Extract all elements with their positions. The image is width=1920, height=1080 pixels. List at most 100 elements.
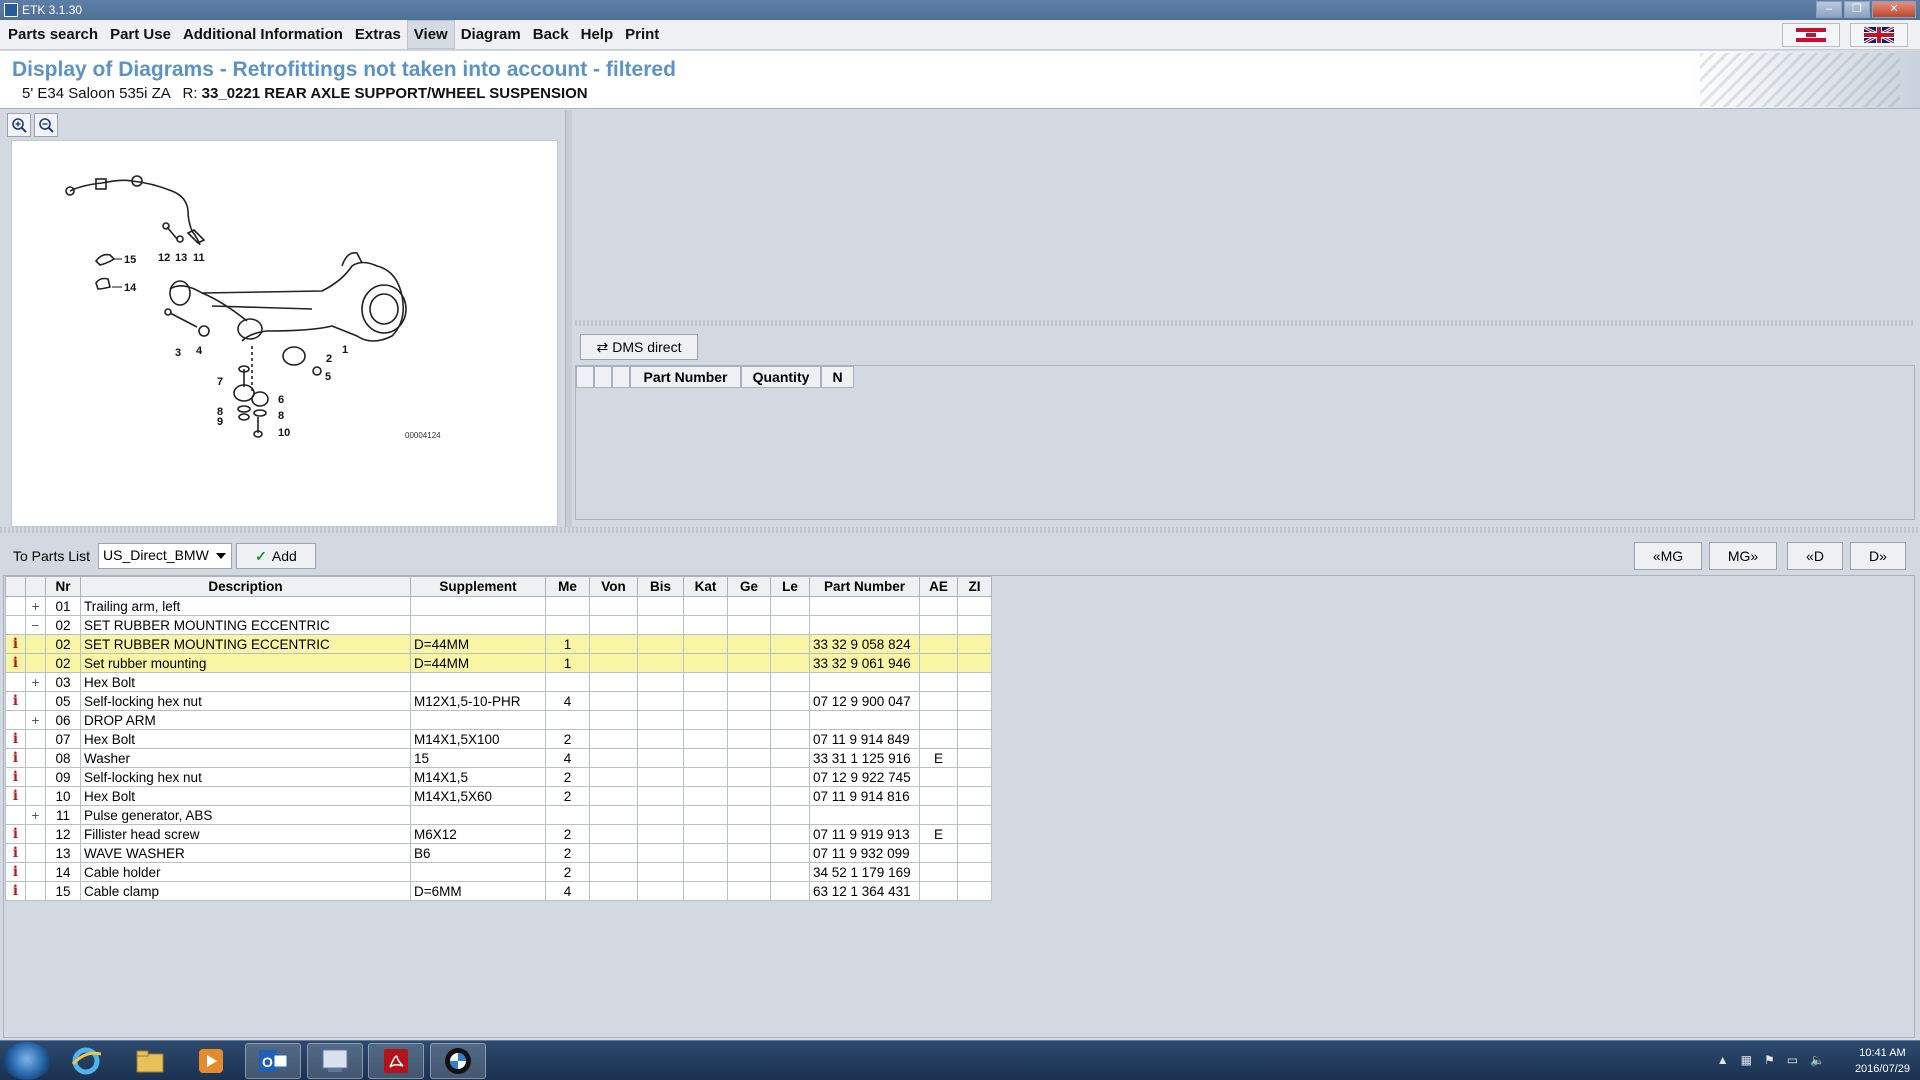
next-diagram-button[interactable]: D» bbox=[1850, 542, 1906, 570]
expand-toggle[interactable]: − bbox=[25, 615, 46, 635]
menu-help[interactable]: Help bbox=[575, 21, 620, 48]
info-icon[interactable]: i bbox=[5, 634, 26, 654]
info-icon[interactable]: i bbox=[5, 843, 26, 863]
callout-2[interactable]: 2 bbox=[326, 353, 332, 365]
col-le[interactable]: Le bbox=[770, 576, 810, 597]
table-row[interactable]: −02 SET RUBBER MOUNTING ECCENTRIC bbox=[5, 615, 992, 635]
next-main-group-button[interactable]: MG» bbox=[1709, 542, 1777, 570]
media-player-icon[interactable] bbox=[183, 1043, 239, 1079]
col-ae[interactable]: AE bbox=[919, 576, 958, 597]
dms-col-blank-3[interactable] bbox=[612, 366, 630, 388]
region-flag-button[interactable] bbox=[1782, 23, 1840, 47]
callout-12[interactable]: 12 bbox=[158, 252, 170, 264]
table-row[interactable]: +06 DROP ARM bbox=[5, 710, 992, 730]
table-row[interactable]: i 10 Hex Bolt M14X1,5X60 2 07 11 9 914 816 bbox=[5, 786, 992, 806]
callout-6[interactable]: 6 bbox=[278, 394, 284, 406]
menu-additional-information[interactable]: Additional Information bbox=[177, 21, 349, 48]
callout-10[interactable]: 10 bbox=[278, 427, 290, 439]
show-hidden-icons-icon[interactable]: ▲ bbox=[1717, 1053, 1729, 1067]
minimize-button[interactable]: – bbox=[1816, 1, 1842, 18]
table-row[interactable]: i 15 Cable clamp D=6MM 4 63 12 1 364 431 bbox=[5, 881, 992, 901]
col-nr[interactable]: Nr bbox=[45, 576, 81, 597]
dms-col-quantity[interactable]: Quantity bbox=[741, 366, 821, 388]
dms-col-n[interactable]: N bbox=[821, 366, 854, 388]
col-description[interactable]: Description bbox=[80, 576, 411, 597]
bmw-icon[interactable] bbox=[430, 1043, 486, 1079]
vertical-splitter[interactable] bbox=[565, 110, 572, 530]
col-me[interactable]: Me bbox=[545, 576, 590, 597]
dms-col-blank-1[interactable] bbox=[576, 366, 594, 388]
callout-11[interactable]: 11 bbox=[193, 252, 205, 264]
callout-14[interactable]: 14 bbox=[124, 282, 137, 294]
info-icon[interactable]: i bbox=[5, 748, 26, 768]
table-row[interactable]: +01 Trailing arm, left bbox=[5, 596, 992, 616]
info-icon[interactable]: i bbox=[5, 691, 26, 711]
callout-1[interactable]: 1 bbox=[342, 344, 348, 356]
right-splitter[interactable] bbox=[575, 320, 1915, 326]
callout-8-right[interactable]: 8 bbox=[278, 410, 284, 422]
table-row[interactable]: +11 Pulse generator, ABS bbox=[5, 805, 992, 825]
horizontal-splitter[interactable] bbox=[0, 527, 1920, 533]
language-flag-button[interactable] bbox=[1850, 23, 1908, 47]
dms-col-part-number[interactable]: Part Number bbox=[630, 366, 741, 388]
table-row[interactable]: i 14 Cable holder 2 34 52 1 179 169 bbox=[5, 862, 992, 882]
col-part-number[interactable]: Part Number bbox=[809, 576, 920, 597]
menu-diagram[interactable]: Diagram bbox=[455, 21, 527, 48]
col-bis[interactable]: Bis bbox=[637, 576, 684, 597]
info-icon[interactable]: i bbox=[5, 862, 26, 882]
display-icon[interactable]: ▭ bbox=[1787, 1053, 1798, 1067]
start-button[interactable] bbox=[3, 1042, 51, 1080]
volume-icon[interactable]: 🔈 bbox=[1810, 1053, 1825, 1067]
callout-7[interactable]: 7 bbox=[217, 376, 223, 388]
menu-part-use[interactable]: Part Use bbox=[104, 21, 177, 48]
menu-back[interactable]: Back bbox=[527, 21, 575, 48]
col-info[interactable] bbox=[5, 576, 26, 597]
col-expand[interactable] bbox=[25, 576, 46, 597]
ie-icon[interactable] bbox=[58, 1043, 114, 1079]
table-row[interactable]: i 09 Self-locking hex nut M14X1,5 2 07 12 9 9… bbox=[5, 767, 992, 787]
menu-view[interactable]: View bbox=[406, 20, 455, 49]
table-row[interactable]: i 02 SET RUBBER MOUNTING ECCENTRIC D=44MM 1 3… bbox=[5, 634, 992, 654]
zoom-in-button[interactable] bbox=[7, 113, 31, 137]
acrobat-icon[interactable] bbox=[368, 1043, 424, 1079]
info-icon[interactable]: i bbox=[5, 786, 26, 806]
callout-13[interactable]: 13 bbox=[175, 252, 187, 264]
table-row[interactable]: i 12 Fillister head screw M6X12 2 07 11 9 919… bbox=[5, 824, 992, 844]
table-row[interactable]: +03 Hex Bolt bbox=[5, 672, 992, 692]
callout-4[interactable]: 4 bbox=[196, 345, 203, 357]
info-icon[interactable]: i bbox=[5, 729, 26, 749]
explorer-icon[interactable] bbox=[122, 1043, 178, 1079]
col-ge[interactable]: Ge bbox=[727, 576, 771, 597]
col-supplement[interactable]: Supplement bbox=[410, 576, 546, 597]
table-row[interactable]: i 07 Hex Bolt M14X1,5X100 2 07 11 9 914 849 bbox=[5, 729, 992, 749]
expand-toggle[interactable]: + bbox=[25, 805, 46, 825]
action-center-icon[interactable]: ⚑ bbox=[1764, 1053, 1775, 1067]
parts-diagram[interactable]: 15 14 12 13 11 3 4 2 1 5 7 6 8 9 8 10 00… bbox=[11, 140, 558, 527]
info-icon[interactable]: i bbox=[5, 824, 26, 844]
network-icon[interactable]: ▦ bbox=[1741, 1053, 1752, 1067]
callout-5[interactable]: 5 bbox=[325, 371, 331, 383]
prev-main-group-button[interactable]: «MG bbox=[1634, 542, 1702, 570]
add-button[interactable]: ✓ Add bbox=[236, 543, 316, 569]
col-kat[interactable]: Kat bbox=[683, 576, 728, 597]
etk-icon[interactable] bbox=[307, 1043, 363, 1079]
expand-toggle[interactable]: + bbox=[25, 710, 46, 730]
clock[interactable]: 10:41 AM 2016/07/29 bbox=[1855, 1045, 1910, 1077]
table-row[interactable]: i 02 Set rubber mounting D=44MM 1 33 32 9 061… bbox=[5, 653, 992, 673]
prev-diagram-button[interactable]: «D bbox=[1787, 542, 1843, 570]
parts-list-select[interactable]: US_Direct_BMW bbox=[98, 543, 232, 569]
callout-15[interactable]: 15 bbox=[124, 254, 136, 266]
expand-toggle[interactable]: + bbox=[25, 596, 46, 616]
callout-9[interactable]: 9 bbox=[217, 416, 223, 428]
menu-print[interactable]: Print bbox=[619, 21, 665, 48]
menu-parts-search[interactable]: Parts search bbox=[2, 21, 104, 48]
dms-col-blank-2[interactable] bbox=[594, 366, 612, 388]
table-row[interactable]: i 08 Washer 15 4 33 31 1 125 916 E bbox=[5, 748, 992, 768]
col-von[interactable]: Von bbox=[589, 576, 638, 597]
info-icon[interactable]: i bbox=[5, 767, 26, 787]
callout-3[interactable]: 3 bbox=[175, 347, 181, 359]
outlook-icon[interactable]: O bbox=[245, 1043, 301, 1079]
expand-toggle[interactable]: + bbox=[25, 672, 46, 692]
close-button[interactable]: ✕ bbox=[1872, 1, 1916, 18]
dms-direct-button[interactable]: ⇄ DMS direct bbox=[580, 334, 698, 360]
